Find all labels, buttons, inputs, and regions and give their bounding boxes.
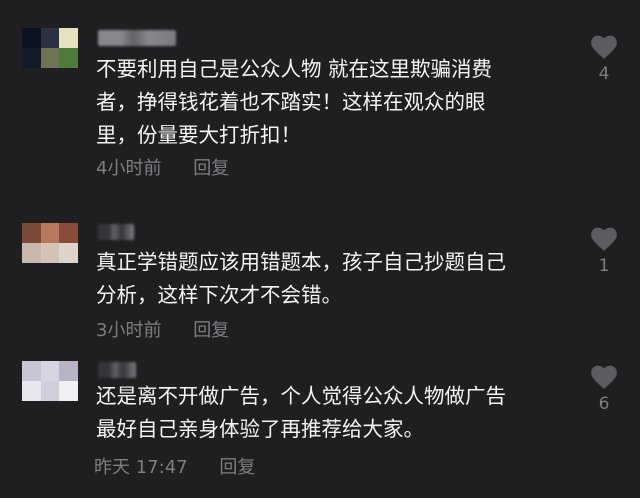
heart-shape — [591, 35, 617, 59]
avatar-pixel — [59, 381, 78, 401]
comment-line: 不要利用自己是公众人物 就在这里欺骗消费 — [96, 57, 493, 81]
comment-text: 不要利用自己是公众人物 就在这里欺骗消费 者，挣得钱花着也不踏实！这样在观众的眼… — [96, 53, 492, 152]
avatar-pixel — [59, 243, 78, 263]
comment-text: 还是离不开做广告，个人觉得公众人物做广告 最好自己亲身体验了再推荐给大家。 — [96, 380, 506, 446]
comment-meta: 3小时前 回复 — [96, 316, 229, 342]
like-button[interactable]: 1 — [588, 226, 620, 276]
like-button[interactable]: 6 — [588, 364, 620, 414]
heart-shape — [591, 365, 617, 389]
reply-button[interactable]: 回复 — [193, 316, 229, 342]
avatar-pixel — [40, 361, 60, 381]
heart-icon — [591, 35, 617, 59]
heart-shape — [591, 227, 617, 251]
avatar-pixel — [22, 243, 41, 263]
comment-line: 最好自己亲身体验了再推荐给大家。 — [96, 417, 424, 441]
avatar-pixel — [40, 381, 60, 401]
comment-line: 里，份量要大打折扣！ — [96, 123, 301, 147]
like-count: 6 — [598, 394, 610, 414]
avatar-pixel — [22, 361, 41, 381]
avatar[interactable] — [22, 223, 78, 263]
comment-meta: 4小时前 回复 — [96, 154, 229, 180]
avatar-pixel — [22, 48, 41, 68]
like-button[interactable]: 4 — [588, 34, 620, 84]
comment-time: 4小时前 — [96, 158, 162, 179]
reply-button[interactable]: 回复 — [219, 453, 255, 479]
avatar-pixel — [22, 223, 41, 243]
comment-time: 3小时前 — [96, 320, 162, 341]
comment-item: 不要利用自己是公众人物 就在这里欺骗消费 者，挣得钱花着也不踏实！这样在观众的眼… — [0, 0, 640, 190]
comment-line: 还是离不开做广告，个人觉得公众人物做广告 — [96, 384, 506, 408]
avatar[interactable] — [22, 28, 78, 68]
avatar-pixel — [59, 48, 78, 68]
comment-text: 真正学错题应该用错题本，孩子自己抄题自己 分析，这样下次才不会错。 — [96, 246, 506, 312]
comment-time: 昨天 17:47 — [94, 457, 188, 478]
avatar-pixel — [22, 381, 41, 401]
heart-icon — [591, 365, 617, 389]
comment-line: 分析，这样下次才不会错。 — [96, 283, 342, 307]
avatar-pixel — [59, 28, 78, 48]
username-blurred[interactable] — [98, 30, 176, 46]
username-blurred[interactable] — [98, 224, 134, 240]
avatar-pixel — [22, 28, 41, 48]
username-blurred[interactable] — [98, 362, 136, 378]
comment-line: 者，挣得钱花着也不踏实！这样在观众的眼 — [96, 90, 486, 114]
avatar-pixel — [40, 48, 60, 68]
comment-item: 真正学错题应该用错题本，孩子自己抄题自己 分析，这样下次才不会错。 3小时前 回… — [0, 190, 640, 350]
avatar-pixel — [59, 361, 78, 381]
avatar-pixel — [40, 223, 60, 243]
like-count: 4 — [598, 64, 610, 84]
comment-line: 真正学错题应该用错题本，孩子自己抄题自己 — [96, 250, 506, 274]
avatar-pixel — [59, 223, 78, 243]
comment-item: 还是离不开做广告，个人觉得公众人物做广告 最好自己亲身体验了再推荐给大家。 昨天… — [0, 350, 640, 498]
like-count: 1 — [598, 256, 610, 276]
avatar[interactable] — [22, 361, 78, 401]
reply-button[interactable]: 回复 — [193, 154, 229, 180]
avatar-pixel — [40, 28, 60, 48]
avatar-pixel — [40, 243, 60, 263]
comment-meta: 昨天 17:47 回复 — [94, 453, 255, 479]
heart-icon — [591, 227, 617, 251]
